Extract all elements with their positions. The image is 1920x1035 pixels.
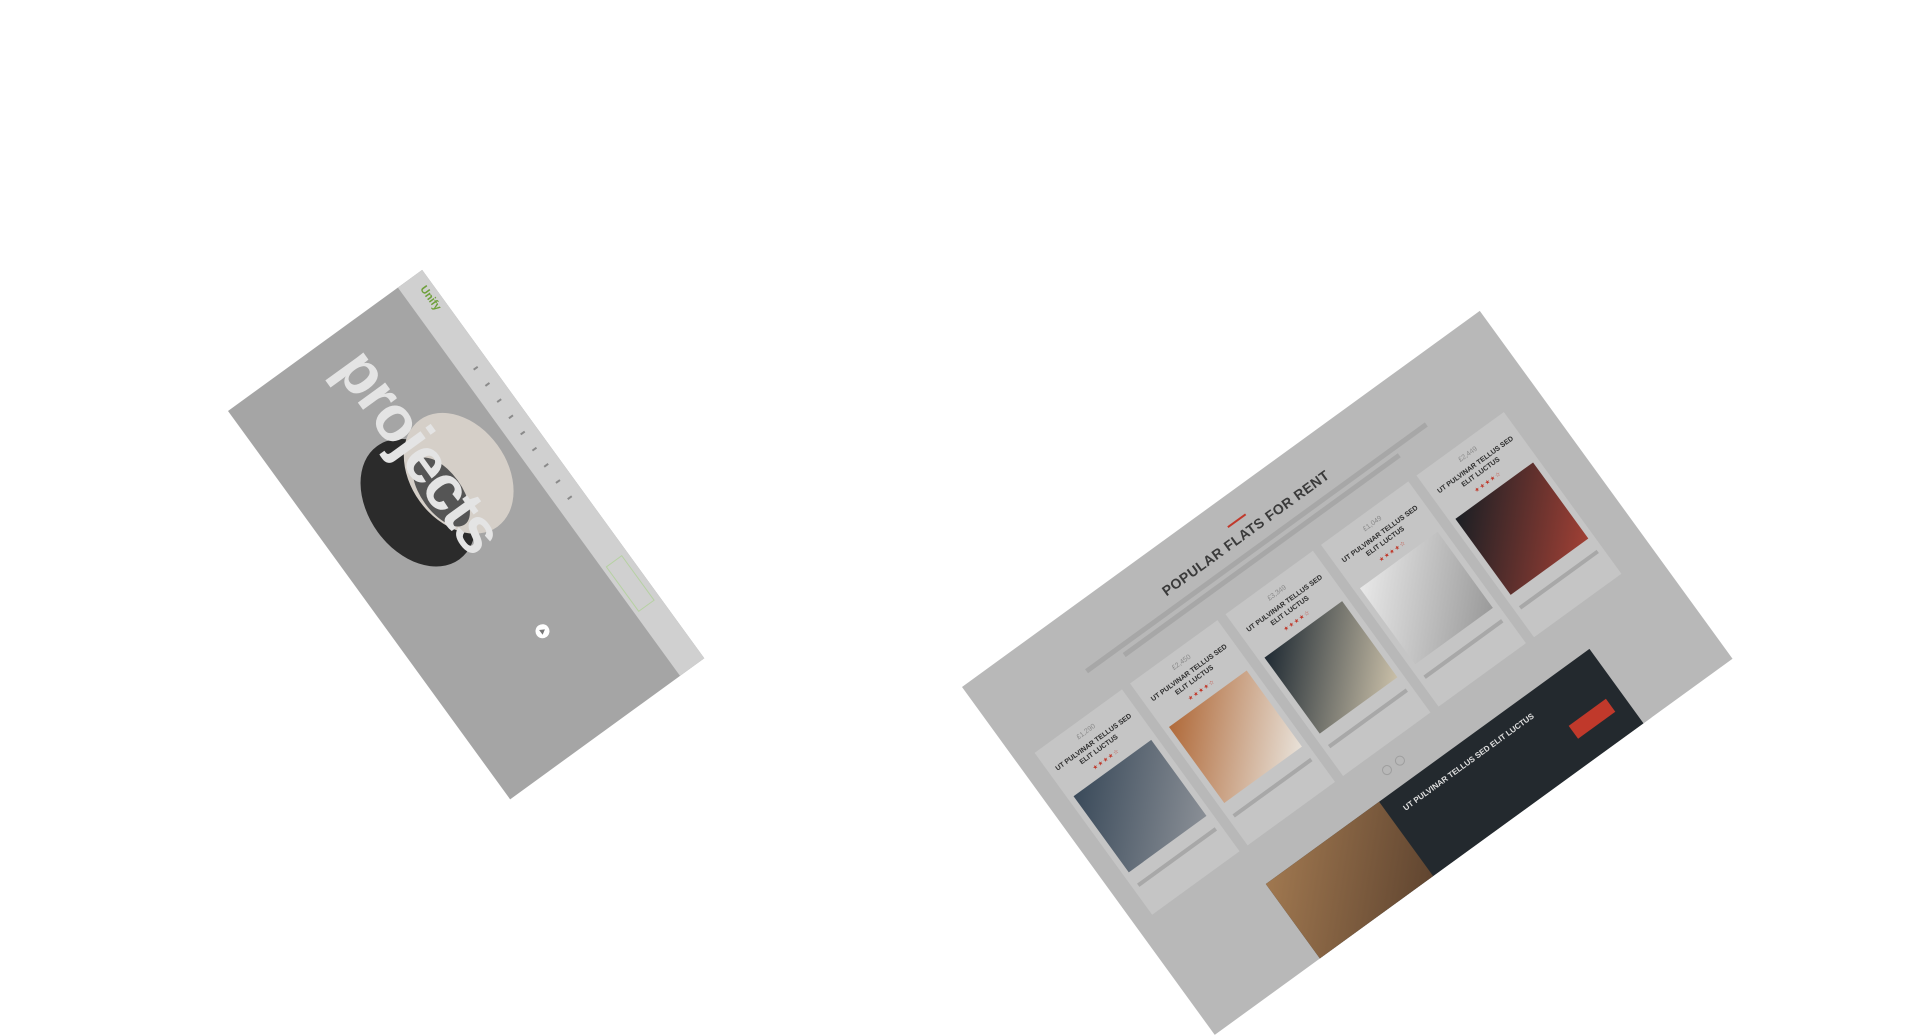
promo-title: UT PULVINAR TELLUS SED ELIT LUCTUS xyxy=(1401,711,1536,813)
play-button[interactable] xyxy=(532,621,553,641)
nav-item[interactable] xyxy=(531,446,538,452)
nav-item[interactable] xyxy=(555,479,561,484)
nav-item[interactable] xyxy=(520,430,526,436)
play-icon xyxy=(539,627,547,635)
projects-preview-card: projects Unify xyxy=(228,269,705,800)
promo-photo xyxy=(1265,801,1434,959)
flats-preview-card: POPULAR FLATS FOR RENT £1,290 UT PULVINA… xyxy=(962,310,1733,1035)
nav-item[interactable] xyxy=(543,463,549,468)
pager-dot[interactable] xyxy=(1392,753,1407,768)
carousel-pager xyxy=(1380,753,1407,778)
nav-item[interactable] xyxy=(496,398,502,403)
promo-button[interactable] xyxy=(1568,698,1616,739)
cta-button[interactable] xyxy=(605,554,655,613)
nav-item[interactable] xyxy=(567,495,573,500)
nav-item[interactable] xyxy=(473,365,479,371)
brand-logo[interactable]: Unify xyxy=(409,284,443,319)
nav-item[interactable] xyxy=(508,414,514,420)
nav-item[interactable] xyxy=(484,382,491,387)
pager-dot[interactable] xyxy=(1380,763,1394,778)
